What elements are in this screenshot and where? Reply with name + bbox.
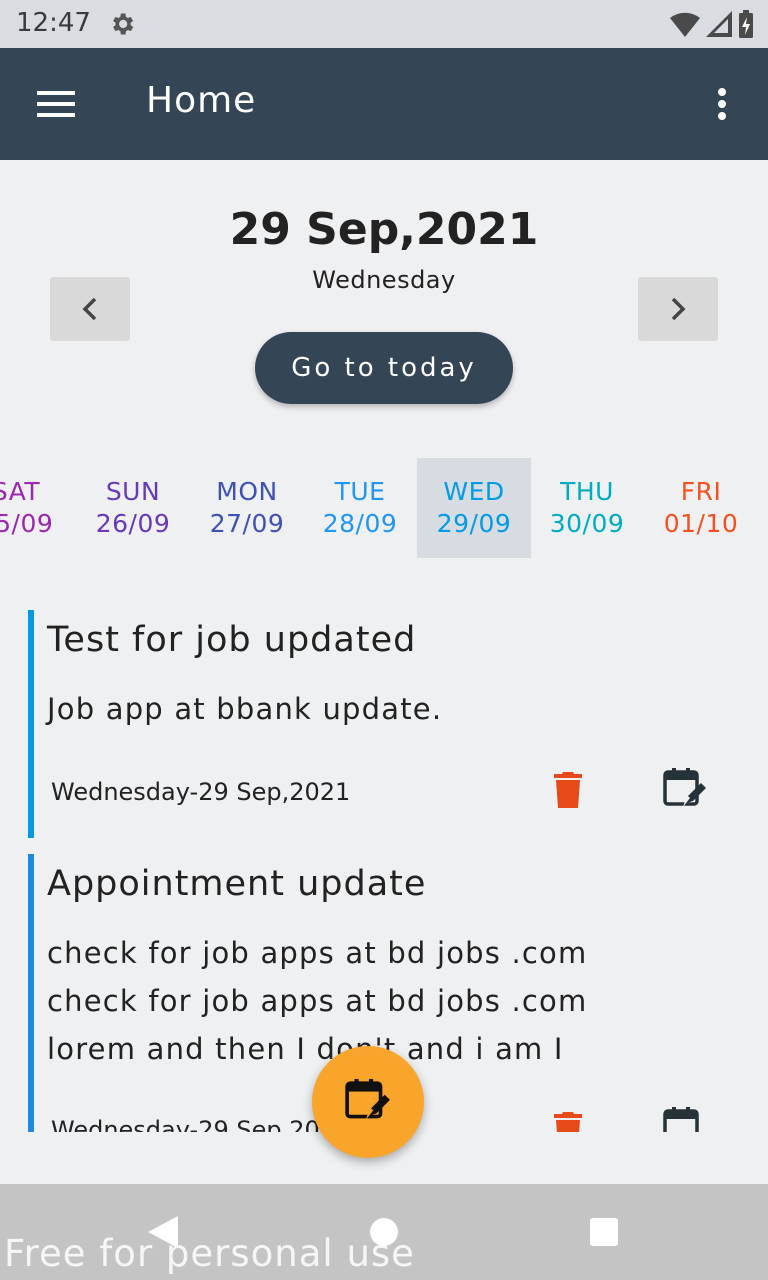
trash-icon[interactable]	[552, 1110, 584, 1132]
calendar-edit-icon[interactable]	[662, 767, 708, 813]
event-title: Appointment update	[47, 864, 427, 904]
day-tue[interactable]: TUE 28/09	[303, 458, 417, 558]
next-day-button[interactable]	[638, 277, 718, 341]
calendar-edit-icon	[345, 1079, 390, 1120]
event-body: Job app at bbank update.	[47, 692, 443, 726]
event-date: Wednesday-29 Sep,2021	[51, 778, 351, 806]
add-event-button[interactable]	[312, 1046, 424, 1158]
calendar-edit-icon[interactable]	[662, 1106, 708, 1132]
signal-icon	[706, 11, 732, 37]
day-mon[interactable]: MON 27/09	[190, 458, 304, 558]
chevron-left-icon	[82, 297, 97, 321]
day-wed[interactable]: WED 29/09	[417, 458, 531, 558]
event-body: check for job apps at bd jobs .com check…	[47, 936, 588, 1066]
page-title: Home	[146, 80, 257, 121]
event-date: Wednesday-29 Sep,2021	[51, 1116, 351, 1132]
watermark: Free for personal use	[4, 1232, 415, 1275]
app-bar: Home	[0, 48, 768, 160]
hamburger-icon[interactable]	[28, 80, 84, 128]
wifi-icon	[670, 12, 700, 37]
status-indicators	[670, 10, 754, 38]
event-accent-bar	[28, 854, 34, 1132]
day-sun[interactable]: SUN 26/09	[76, 458, 190, 558]
previous-day-button[interactable]	[50, 277, 130, 341]
status-time: 12:47	[16, 8, 91, 38]
week-strip: SAT25/09 SUN26/09 MON27/09 TUE28/09 WED2…	[0, 458, 768, 558]
day-fri[interactable]: FRI 01/10	[644, 458, 758, 558]
battery-icon	[739, 10, 753, 38]
event-card[interactable]: Test for job updated Job app at bbank up…	[28, 610, 740, 838]
settings-icon	[113, 13, 134, 35]
trash-icon[interactable]	[552, 770, 584, 810]
event-title: Test for job updated	[47, 620, 417, 660]
status-bar: 12:47	[0, 0, 768, 48]
event-accent-bar	[28, 610, 34, 838]
more-vert-icon[interactable]	[698, 80, 746, 128]
selected-date: 29 Sep,2021	[229, 204, 539, 255]
day-thu[interactable]: THU 30/09	[530, 458, 644, 558]
go-to-today-button[interactable]: Go to today	[255, 332, 513, 404]
day-sat[interactable]: SAT25/09	[0, 458, 73, 558]
recents-icon[interactable]	[589, 1217, 619, 1247]
chevron-right-icon	[671, 297, 686, 321]
